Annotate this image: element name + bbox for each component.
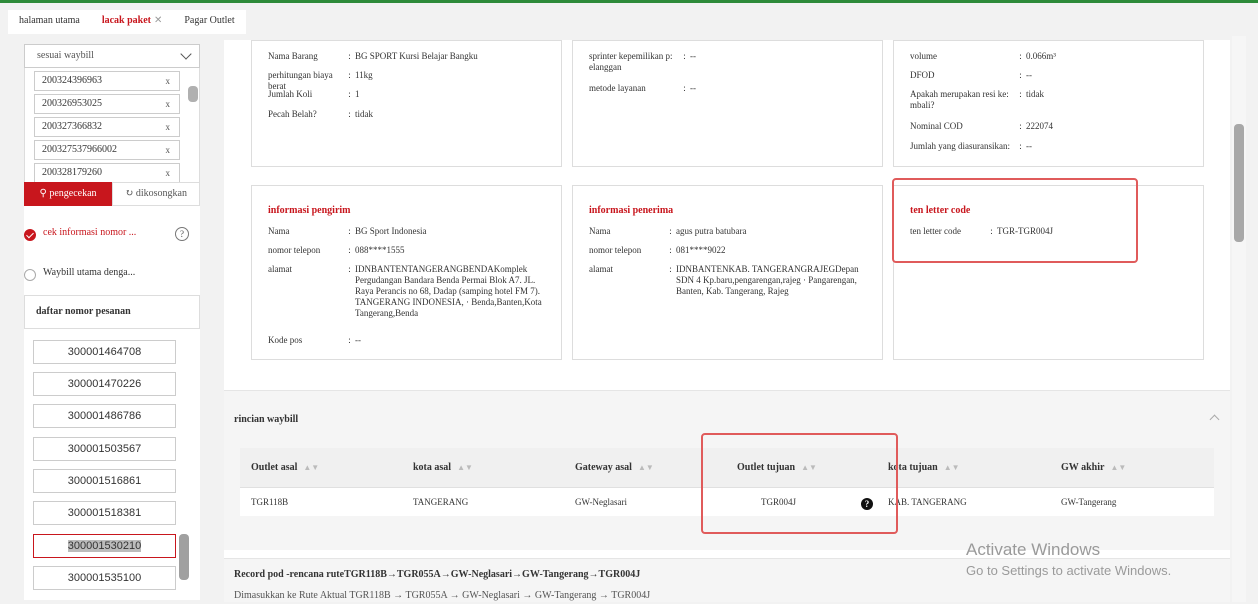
waybill-detail-table-wrap: Outlet asal ▲▼ kota asal ▲▼ Gateway asal ▲▼… [224,446,1230,550]
help-icon[interactable]: ? [175,227,189,241]
goods-info-card: Nama Barang: BG SPORT Kursi Belajar Bangk… [251,40,562,167]
waybill-tag: 200328179260 x [34,163,180,183]
sort-icon[interactable]: ▲▼ [303,448,319,488]
waybill-detail-title: rincian waybill [234,414,299,425]
remove-icon[interactable]: x [166,95,171,113]
remove-icon[interactable]: x [166,118,171,136]
order-item[interactable]: 300001470226 [33,372,176,396]
remove-icon[interactable]: x [166,164,171,182]
sort-icon[interactable]: ▲▼ [638,448,654,488]
radio-main-waybill-label[interactable]: Waybill utama denga... [43,267,135,278]
sort-icon[interactable]: ▲▼ [457,448,473,488]
table-cell: GW-Tangerang [1050,488,1214,516]
clear-button[interactable]: ↻ dikosongkan [112,182,200,206]
order-list-header: daftar nomor pesanan [24,295,200,329]
question-icon[interactable]: ? [861,498,873,510]
detail-panel: Nama Barang: BG SPORT Kursi Belajar Bangk… [224,40,1230,602]
waybill-tag: 200326953025 x [34,94,180,114]
search-panel: sesuai waybill 200324396963 x 20032695302… [24,44,200,600]
table-cell: TANGERANG [402,488,564,516]
order-item[interactable]: 300001518381 [33,501,176,525]
table-cell: TGR118B [240,488,402,516]
remove-icon[interactable]: x [166,141,171,159]
search-mode-value: sesuai waybill [37,50,94,61]
order-item[interactable]: 300001535100 [33,566,176,590]
search-mode-select[interactable]: sesuai waybill [24,44,200,68]
service-info-card: sprinter kepemilikan p: elanggan: -- meto… [572,40,883,167]
page-scrollbar-thumb[interactable] [1234,124,1244,242]
col-header[interactable]: Outlet tujuan ▲▼ [726,448,888,488]
waybill-detail-header[interactable]: rincian waybill [224,390,1230,446]
activate-windows-watermark: Activate Windows Go to Settings to activ… [966,540,1171,578]
col-header[interactable]: GW akhir ▲▼ [1050,448,1214,488]
refresh-icon: ↻ [125,188,136,199]
col-header[interactable]: Gateway asal ▲▼ [564,448,726,488]
search-icon: ⚲ [39,188,50,199]
table-cell: GW-Neglasari [564,488,726,516]
close-icon[interactable]: ✕ [154,15,162,26]
sender-info-card: informasi pengirim Nama: BG Sport Indones… [251,185,562,360]
sort-icon[interactable]: ▲▼ [944,448,960,488]
page-scrollbar[interactable] [1232,36,1246,602]
order-item[interactable]: 300001486786 [33,404,176,428]
radio-check-info[interactable] [24,229,36,241]
tab-track-label: lacak paket [101,15,151,26]
order-item-selected[interactable]: 300001530210 [33,534,176,558]
chevron-up-icon[interactable] [1209,414,1220,425]
order-item[interactable]: 300001464708 [33,340,176,364]
pod-record-subtitle: Dimasukkan ke Rute Aktual TGR118B → TGR0… [234,590,651,601]
tab-track-package[interactable]: lacak paket ✕ [91,10,174,34]
remove-icon[interactable]: x [166,72,171,90]
sender-card-title: informasi pengirim [268,205,351,216]
receiver-card-title: informasi penerima [589,205,674,216]
tlc-card-title: ten letter code [910,205,971,216]
chevron-down-icon [180,48,192,60]
sort-icon[interactable]: ▲▼ [801,448,817,488]
check-button[interactable]: ⚲ pengecekan [24,182,112,206]
waybill-tag: 200327366832 x [34,117,180,137]
waybill-tag: 200324396963 x [34,71,180,91]
order-item[interactable]: 300001516861 [33,469,176,493]
sort-icon[interactable]: ▲▼ [1110,448,1126,488]
tab-outlet-fence[interactable]: Pagar Outlet [173,10,245,34]
table-cell: KAB. TANGERANG [888,488,1050,516]
col-header[interactable]: kota tujuan ▲▼ [888,448,1050,488]
pod-record-title: Record pod -rencana ruteTGR118B→TGR055A→… [234,569,641,580]
radio-main-waybill[interactable] [24,269,36,281]
top-accent-bar [0,0,1258,3]
waybill-tag: 200327537966002 x [34,140,180,160]
ten-letter-code-card: ten letter code ten letter code: TGR-TGR0… [893,185,1204,360]
order-item[interactable]: 300001503567 [33,437,176,461]
tab-home-label: halaman utama [19,15,80,26]
tab-outlet-label: Pagar Outlet [184,15,235,26]
col-header[interactable]: kota asal ▲▼ [402,448,564,488]
waybill-list-scrollbar[interactable] [188,86,198,102]
order-list-scrollbar[interactable] [179,534,189,580]
watermark-line1: Activate Windows [966,540,1101,559]
watermark-line2: Go to Settings to activate Windows. [966,563,1172,578]
package-value-card: volume:0.066m³ DFOD: -- Apakah merupakan … [893,40,1204,167]
tab-home[interactable]: halaman utama [8,10,91,34]
radio-check-info-label[interactable]: cek informasi nomor ... [43,227,136,238]
col-header[interactable]: Outlet asal ▲▼ [240,448,402,488]
receiver-info-card: informasi penerima Nama: agus putra batub… [572,185,883,360]
tab-bar: halaman utama lacak paket ✕ Pagar Outlet [8,10,246,34]
